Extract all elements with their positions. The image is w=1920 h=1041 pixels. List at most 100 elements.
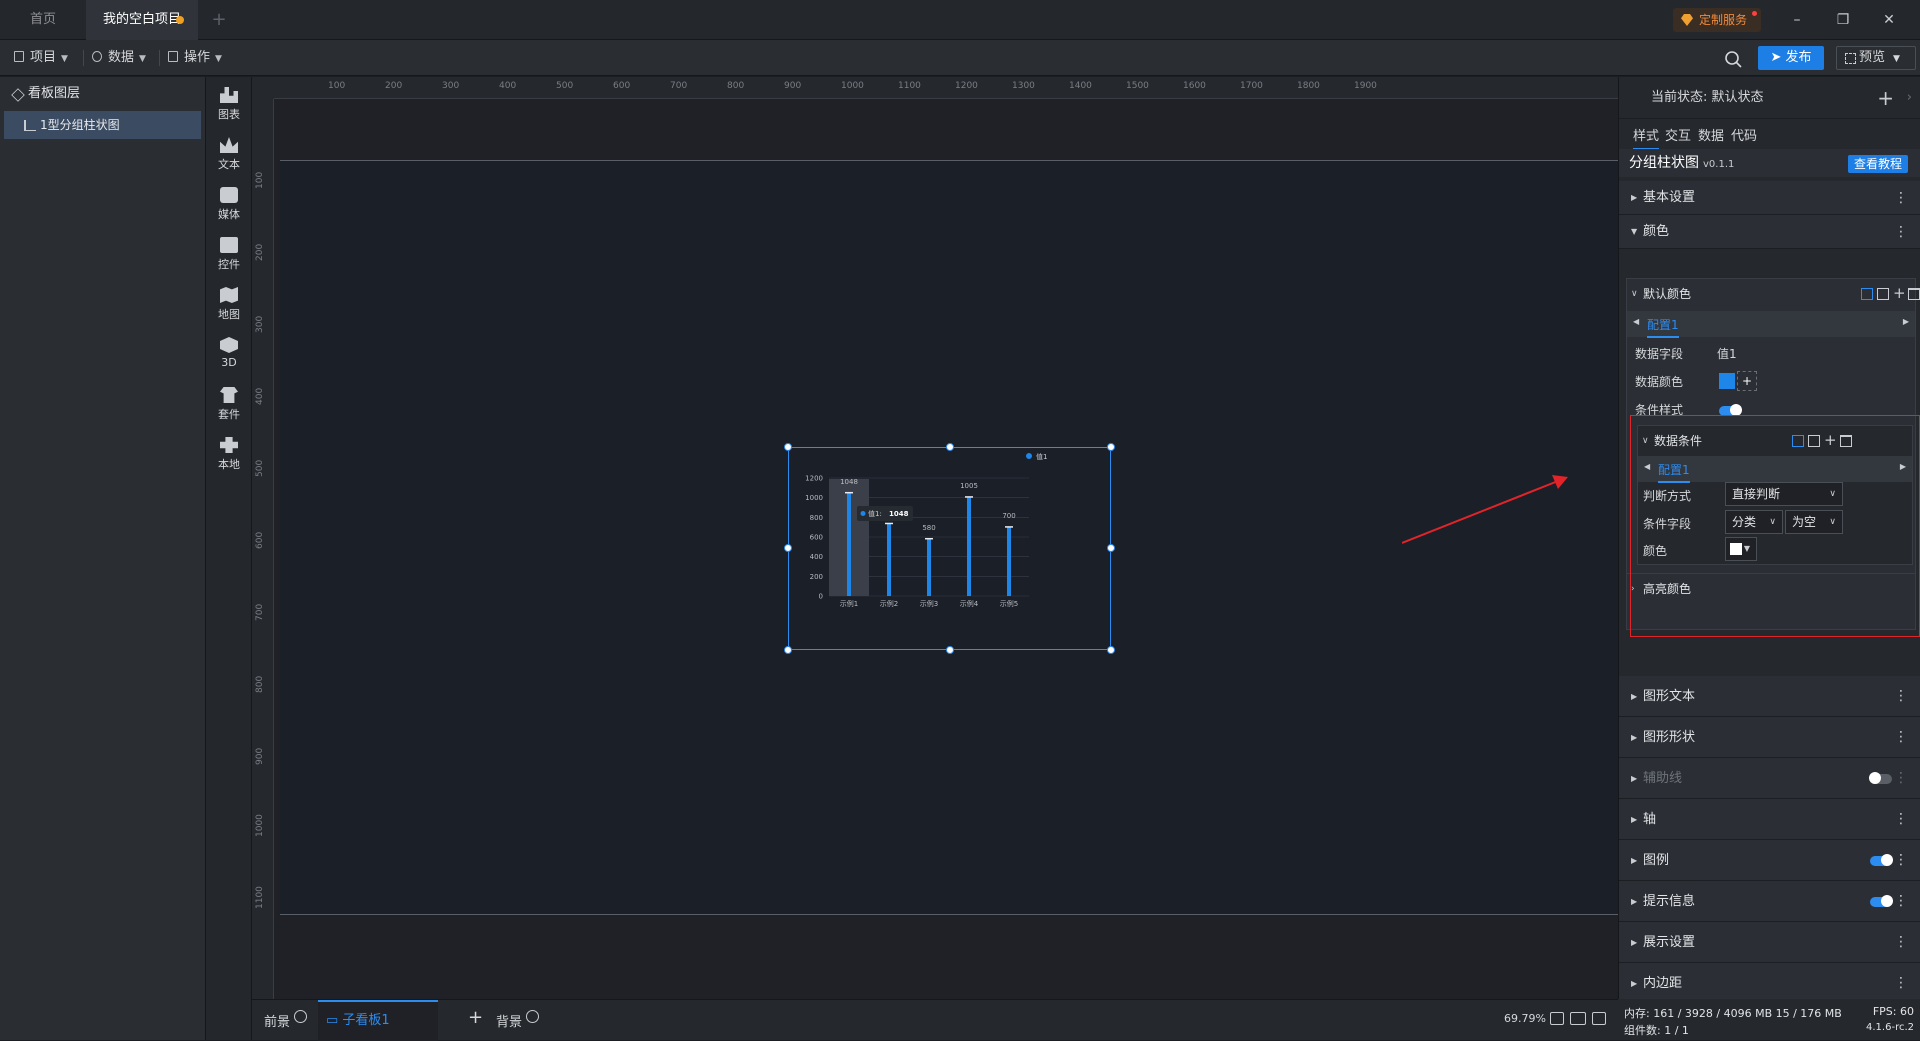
custom-service-button[interactable]: 定制服务 (1673, 8, 1761, 32)
more-icon[interactable]: ⋮ (1894, 840, 1908, 881)
more-icon[interactable]: ⋮ (1894, 922, 1908, 963)
component-control[interactable]: 控件 (206, 227, 252, 279)
component-local-label: 本地 (218, 458, 240, 471)
resize-handle[interactable] (784, 646, 792, 654)
section-guide-line[interactable]: ▶ 辅助线 ⋮ (1619, 758, 1920, 799)
section-padding[interactable]: ▶ 内边距 ⋮ (1619, 963, 1920, 1004)
data-label: 700 (1002, 512, 1015, 520)
component-chart[interactable]: 图表 (206, 77, 252, 129)
color-swatch[interactable] (1719, 373, 1735, 389)
section-axis[interactable]: ▶ 轴 ⋮ (1619, 799, 1920, 840)
tab-data[interactable]: 数据 (1698, 125, 1724, 144)
chart-tooltip: 值1: 1048 (857, 506, 913, 521)
tooltip-toggle[interactable] (1870, 895, 1893, 907)
tab-background-label: 背景 (496, 1015, 523, 1030)
custom-service-label: 定制服务 (1699, 13, 1748, 27)
menu-operation[interactable]: 操作 ▼ (168, 48, 222, 68)
layout-icon[interactable] (1877, 288, 1889, 300)
menu-operation-label: 操作 (184, 50, 211, 65)
tab-interaction[interactable]: 交互 (1665, 125, 1691, 144)
section-tooltip[interactable]: ▶ 提示信息 ⋮ (1619, 881, 1920, 922)
terminal-icon[interactable] (1592, 1012, 1606, 1025)
table-icon[interactable] (1861, 288, 1873, 300)
component-media[interactable]: 媒体 (206, 177, 252, 229)
ruler-left[interactable]: 100 200 300 400 500 600 700 800 900 1000 1100 (252, 99, 274, 999)
menu-data[interactable]: 数据 ▼ (92, 48, 146, 68)
tab-foreground[interactable]: 前景 (264, 1010, 308, 1032)
selected-chart[interactable]: 0 200 400 600 800 1000 1200 1048 580 1005 700 示例1… (784, 443, 1115, 654)
add-color-icon[interactable]: + (1737, 371, 1757, 391)
restore-icon[interactable]: ❐ (1820, 0, 1866, 40)
legend-toggle[interactable] (1870, 854, 1893, 866)
chevron-right-icon[interactable]: › (1907, 77, 1912, 119)
section-basic[interactable]: ▶ 基本设置 ⋮ (1619, 181, 1920, 215)
chart-legend[interactable]: 值1 (1026, 452, 1047, 461)
config-tab[interactable]: 配置1 (1647, 316, 1679, 338)
tutorial-button[interactable]: 查看教程 (1847, 155, 1908, 173)
tab-foreground-label: 前景 (264, 1015, 291, 1030)
component-local[interactable]: 本地 (206, 427, 252, 479)
tab-project-label: 我的空白项目 (102, 12, 181, 27)
publish-button[interactable]: ➤ 发布 (1758, 46, 1824, 70)
x-tick-label: 示例1 (840, 599, 858, 608)
ruler-tick-label: 300 (255, 315, 265, 333)
resize-handle[interactable] (946, 646, 954, 654)
ruler-top[interactable]: 100 200 300 400 500 600 700 800 900 1000 1100 1200 1… (274, 77, 1618, 99)
close-icon[interactable]: ✕ (1866, 0, 1912, 40)
add-tab-icon[interactable]: + (204, 0, 234, 40)
section-shape[interactable]: ▶ 图形形状 ⋮ (1619, 717, 1920, 758)
resize-handle[interactable] (1107, 646, 1115, 654)
resize-handle[interactable] (946, 443, 954, 451)
resize-handle[interactable] (784, 443, 792, 451)
more-icon[interactable]: ⋮ (1894, 881, 1908, 922)
more-icon[interactable]: ⋮ (1894, 181, 1908, 215)
layer-item[interactable]: 1型分组柱状图 (4, 111, 201, 139)
x-tick-label: 示例3 (920, 599, 938, 608)
more-icon[interactable]: ⋮ (1894, 717, 1908, 758)
section-display[interactable]: ▶ 展示设置 ⋮ (1619, 922, 1920, 963)
toolbar: 项目 ▼ 数据 ▼ 操作 ▼ ➤ 发布 预览 ▼ (0, 40, 1920, 76)
component-kit-label: 套件 (218, 408, 240, 421)
section-shape-text[interactable]: ▶ 图形文本 ⋮ (1619, 676, 1920, 717)
more-icon[interactable]: ⋮ (1894, 963, 1908, 1004)
add-circle-icon[interactable] (526, 1010, 540, 1023)
caret-left-icon[interactable]: ◀ (1633, 317, 1639, 326)
resize-handle[interactable] (1107, 443, 1115, 451)
tab-subboard[interactable]: ▭ 子看板1 (318, 1000, 438, 1041)
ruler-tick-label: 400 (499, 81, 517, 91)
tab-home[interactable]: 首页 (0, 0, 86, 40)
resize-handle[interactable] (784, 544, 792, 552)
tab-code[interactable]: 代码 (1731, 125, 1757, 144)
tab-background[interactable]: 背景 (496, 1010, 540, 1032)
caret-right-icon[interactable]: ▶ (1903, 317, 1909, 326)
component-kit[interactable]: 套件 (206, 377, 252, 429)
search-icon[interactable] (1722, 48, 1744, 70)
component-map[interactable]: 地图 (206, 277, 252, 329)
section-color[interactable]: ▼ 颜色 ⋮ (1619, 215, 1920, 249)
more-icon[interactable]: ⋮ (1894, 676, 1908, 717)
tab-project[interactable]: 我的空白项目 (86, 0, 198, 40)
more-icon[interactable]: ⋮ (1894, 758, 1908, 799)
minimize-icon[interactable]: – (1774, 0, 1820, 40)
guide-line-toggle[interactable] (1869, 772, 1892, 784)
more-icon[interactable]: ⋮ (1894, 799, 1908, 840)
preview-button[interactable]: 预览 ▼ (1836, 46, 1916, 70)
bar-cap (845, 491, 853, 494)
add-state-icon[interactable]: + (1877, 77, 1894, 119)
menu-project[interactable]: 项目 ▼ (14, 48, 68, 68)
component-text[interactable]: 文本 (206, 127, 252, 179)
add-board-icon[interactable]: + (468, 1007, 483, 1029)
delete-icon[interactable] (1908, 288, 1920, 300)
add-icon[interactable]: + (1893, 284, 1906, 302)
component-3d[interactable]: 3D (206, 327, 252, 379)
more-icon[interactable]: ⋮ (1894, 215, 1908, 249)
add-circle-icon[interactable] (294, 1010, 308, 1023)
tab-style[interactable]: 样式 (1633, 125, 1660, 150)
keyboard-icon[interactable] (1570, 1012, 1586, 1025)
canvas-area[interactable]: 100 200 300 400 500 600 700 800 900 1000 1100 1200 1… (252, 77, 1618, 999)
fit-screen-icon[interactable] (1550, 1012, 1564, 1025)
zoom-level[interactable]: 69.79% (1504, 1012, 1546, 1025)
resize-handle[interactable] (1107, 544, 1115, 552)
config-tabs: ◀ 配置1 ▶ (1627, 311, 1915, 338)
section-legend[interactable]: ▶ 图例 ⋮ (1619, 840, 1920, 881)
